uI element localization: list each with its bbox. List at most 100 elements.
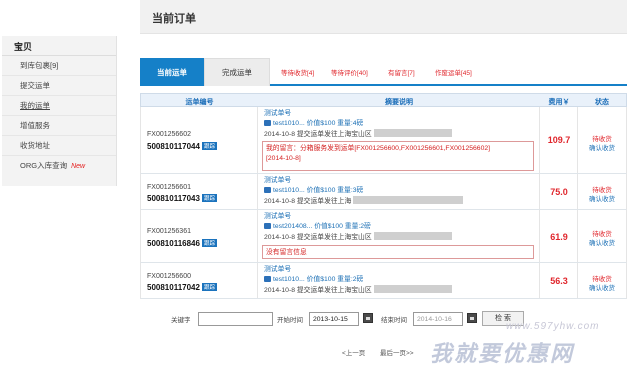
waybill-id: 500810117042 跟踪 — [147, 283, 217, 292]
fee-value: 75.0 — [550, 187, 568, 197]
table-row: FX001256601 500810117043 跟踪 测试单号 test1010… — [140, 174, 627, 210]
summary-cell: 测试单号 test201408... 价值$100 重量:2磅 2014-10-… — [258, 210, 540, 262]
filter-voided[interactable]: 作废运单[45] — [435, 67, 472, 77]
order-title[interactable]: 测试单号 — [264, 176, 539, 186]
tab-completed-waybills[interactable]: 完成运单 — [204, 58, 270, 86]
last-page-link[interactable]: 最后一页>> — [380, 347, 414, 357]
date-text: 2014-10-8 提交运单发往上海 — [264, 198, 352, 205]
status-cell: 待收货 确认收货 — [578, 107, 626, 173]
sidebar-item-label: 收货地址 — [20, 141, 50, 150]
sidebar-item-label: 提交运单 — [20, 81, 50, 90]
sidebar-item-my-waybills[interactable]: 我的运单 — [2, 96, 116, 116]
fee-value: 109.7 — [547, 135, 571, 145]
confirm-receipt-link[interactable]: 确认收货 — [578, 282, 626, 292]
date-line: 2014-10-8 提交运单发往上海 — [264, 196, 539, 206]
date-line: 2014-10-8 提交运单发往上海宝山区 — [264, 285, 539, 295]
date-text: 2014-10-8 提交运单发往上海宝山区 — [264, 287, 372, 294]
waybill-id-small: FX001256601 — [147, 184, 191, 191]
waybill-id-cell: FX001256600 500810117042 跟踪 — [141, 263, 258, 298]
track-button[interactable]: 跟踪 — [201, 283, 217, 291]
watermark-url: www.597yhw.com — [506, 321, 600, 332]
page: 当前订单 宝贝 到库包裹[9] 提交运单 我的运单 增值服务 收货地址 ORG入… — [0, 0, 629, 379]
filter-awaiting-receipt[interactable]: 等待收货[4] — [281, 67, 314, 77]
sidebar-item-label: ORG入库查询 — [20, 161, 68, 170]
item-text: test1010... 价值$100 重量:4磅 — [273, 120, 364, 127]
sidebar: 宝贝 到库包裹[9] 提交运单 我的运单 增值服务 收货地址 ORG入库查询 Ne… — [2, 36, 117, 186]
sidebar-item-address[interactable]: 收货地址 — [2, 136, 116, 156]
calendar-icon[interactable] — [467, 313, 477, 323]
message-box: 我的留言：分箱服务发到运单[FX001256600,FX001256601,FX… — [262, 141, 534, 171]
tab-current-waybills[interactable]: 当前运单 — [140, 58, 204, 86]
redacted-address — [373, 285, 452, 293]
item-line[interactable]: test201408... 价值$100 重量:2磅 — [264, 222, 539, 232]
fee-cell: 61.9 — [540, 210, 578, 262]
confirm-receipt-link[interactable]: 确认收货 — [578, 237, 626, 247]
redacted-address — [373, 129, 452, 137]
package-icon — [264, 187, 271, 193]
status-cell: 待收货 确认收货 — [578, 263, 626, 298]
date-line: 2014-10-8 提交运单发往上海宝山区 — [264, 129, 539, 139]
keyword-input[interactable] — [198, 312, 273, 326]
sidebar-item-value-added[interactable]: 增值服务 — [2, 116, 116, 136]
calendar-icon[interactable] — [363, 313, 373, 323]
track-button[interactable]: 跟踪 — [201, 194, 217, 202]
date-text: 2014-10-8 提交运单发往上海宝山区 — [264, 234, 372, 241]
fee-cell: 56.3 — [540, 263, 578, 298]
message-text: 没有留言信息 — [266, 249, 307, 256]
waybill-id-cell: FX001256601 500810117043 跟踪 — [141, 174, 258, 209]
item-text: test201408... 价值$100 重量:2磅 — [273, 223, 371, 230]
waybill-number: 500810116846 — [147, 239, 200, 248]
track-button[interactable]: 跟踪 — [201, 239, 217, 247]
sidebar-item-org-query[interactable]: ORG入库查询 New — [2, 156, 116, 176]
sidebar-item-label: 我的运单 — [20, 101, 50, 110]
item-line[interactable]: test1010... 价值$100 重量:4磅 — [264, 119, 539, 129]
package-icon — [264, 276, 271, 282]
filter-awaiting-review[interactable]: 等待评价[40] — [331, 67, 368, 77]
status-cell: 待收货 确认收货 — [578, 210, 626, 262]
order-title[interactable]: 测试单号 — [264, 109, 539, 119]
sidebar-item-submit-waybill[interactable]: 提交运单 — [2, 76, 116, 96]
item-line[interactable]: test1010... 价值$100 重量:3磅 — [264, 186, 539, 196]
status-cell: 待收货 确认收货 — [578, 174, 626, 209]
message-date: [2014-10-8] — [266, 155, 301, 162]
waybill-id-small: FX001256602 — [147, 131, 191, 138]
waybill-number: 500810117043 — [147, 194, 200, 203]
confirm-receipt-link[interactable]: 确认收货 — [578, 142, 626, 152]
start-date-input[interactable] — [309, 312, 359, 326]
fee-cell: 109.7 — [540, 107, 578, 173]
package-icon — [264, 223, 271, 229]
table-row: FX001256602 500810117044 跟踪 测试单号 test1010… — [140, 107, 627, 174]
sidebar-item-arrived-packages[interactable]: 到库包裹[9] — [2, 56, 116, 76]
fee-value: 56.3 — [550, 276, 568, 286]
waybill-id-cell: FX001256602 500810117044 跟踪 — [141, 107, 258, 173]
order-title[interactable]: 测试单号 — [264, 212, 539, 222]
sidebar-item-label: 到库包裹[9] — [20, 61, 59, 70]
prev-page-link[interactable]: <上一页 — [342, 347, 365, 357]
tab-bar: 当前运单 完成运单 等待收货[4] 等待评价[40] 有留言[7] 作废运单[4… — [140, 56, 627, 86]
end-time-label: 结束时间 — [381, 317, 407, 324]
waybill-table: 运单编号 摘要说明 费用￥ 状态 FX001256602 50081011704… — [140, 93, 627, 299]
end-date-input[interactable] — [413, 312, 463, 326]
column-header-id: 运单编号 — [185, 99, 214, 106]
summary-cell: 测试单号 test1010... 价值$100 重量:2磅 2014-10-8 … — [258, 263, 540, 298]
track-button[interactable]: 跟踪 — [201, 142, 217, 150]
order-title[interactable]: 测试单号 — [264, 265, 539, 275]
item-line[interactable]: test1010... 价值$100 重量:2磅 — [264, 275, 539, 285]
fee-value: 61.9 — [550, 232, 568, 242]
redacted-address — [353, 196, 464, 204]
message-text: 我的留言：分箱服务发到运单[FX001256600,FX001256601,FX… — [266, 145, 491, 152]
sidebar-title: 宝贝 — [2, 38, 116, 56]
keyword-label: 关键字 — [171, 317, 191, 324]
message-box: 没有留言信息 — [262, 245, 534, 259]
start-time-label: 开始时间 — [277, 317, 303, 324]
item-text: test1010... 价值$100 重量:2磅 — [273, 276, 364, 283]
new-badge: New — [71, 163, 86, 170]
waybill-id: 500810116846 跟踪 — [147, 239, 217, 248]
filter-has-message[interactable]: 有留言[7] — [388, 67, 415, 77]
table-row: FX001256361 500810116846 跟踪 测试单号 test2014… — [140, 210, 627, 263]
date-line: 2014-10-8 提交运单发往上海宝山区 — [264, 232, 539, 242]
waybill-number: 500810117042 — [147, 283, 200, 292]
column-header-fee: 费用￥ — [548, 99, 570, 106]
confirm-receipt-link[interactable]: 确认收货 — [578, 193, 626, 203]
page-header: 当前订单 — [140, 0, 627, 34]
